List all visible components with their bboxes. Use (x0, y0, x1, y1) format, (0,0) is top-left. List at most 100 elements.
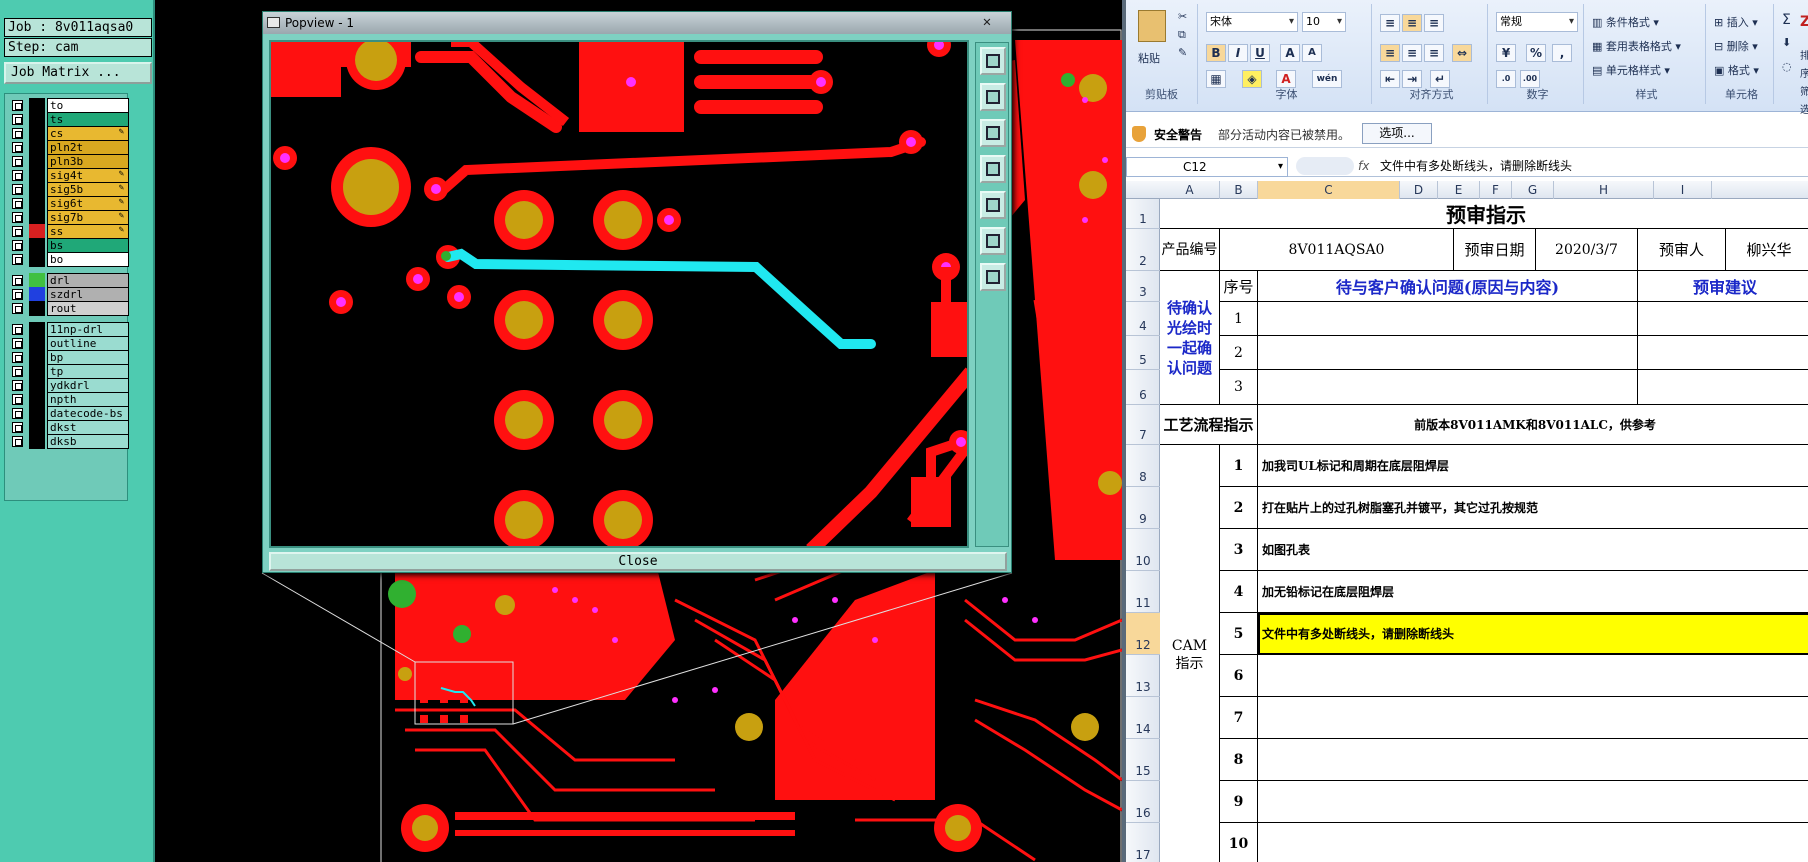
job-matrix-button[interactable]: Job Matrix ... (4, 62, 152, 84)
date-label[interactable]: 预审日期 (1454, 229, 1536, 271)
layer-checkbox[interactable] (12, 275, 23, 286)
layer-checkbox[interactable] (12, 338, 23, 349)
zoom-out-tool-icon[interactable] (980, 263, 1006, 291)
sort-filter-button[interactable]: 排序筛选 (1800, 48, 1808, 120)
layer-checkbox[interactable] (12, 303, 23, 314)
layer-name[interactable]: sig4t (47, 168, 129, 183)
question-cell[interactable] (1258, 370, 1638, 405)
layer-checkbox[interactable] (12, 436, 23, 447)
close-icon[interactable]: ✕ (973, 14, 1001, 31)
format-button[interactable]: ▣ 格式 ▾ (1714, 62, 1759, 78)
popview-titlebar[interactable]: Popview - 1 (263, 12, 1011, 34)
cam-item-text[interactable]: 文件中有多处断线头，请删除断线头 (1258, 613, 1808, 655)
insert-button[interactable]: ⊞ 插入 ▾ (1714, 14, 1758, 30)
question-cell[interactable] (1258, 336, 1638, 370)
cut-icon[interactable]: ✂ (1178, 10, 1187, 23)
delete-button[interactable]: ⊟ 删除 ▾ (1714, 38, 1758, 54)
layer-row[interactable]: 11np-drl (9, 322, 129, 337)
layer-name[interactable]: sig7b (47, 210, 129, 225)
currency-icon[interactable]: ¥ (1496, 44, 1516, 62)
layer-name[interactable]: ts (47, 112, 129, 127)
layer-color-swatch[interactable] (29, 301, 45, 316)
cam-item-number[interactable]: 9 (1220, 781, 1258, 823)
close-button[interactable]: Close (269, 552, 1007, 571)
product-number[interactable]: 8V011AQSA0 (1220, 229, 1454, 271)
layer-color-swatch[interactable] (29, 182, 45, 197)
sort-filter-icon[interactable]: Z (1800, 14, 1808, 30)
layer-name[interactable]: ydkdrl (47, 378, 129, 393)
zoom-fit-tool-icon[interactable] (980, 47, 1006, 75)
layer-name[interactable]: 11np-drl (47, 322, 129, 337)
layer-name[interactable]: pln3b (47, 154, 129, 169)
font-name-combo[interactable]: 宋体 (1206, 12, 1298, 32)
cam-item-number[interactable]: 4 (1220, 571, 1258, 613)
font-grow-icon[interactable]: A (1280, 44, 1300, 62)
suggest-header[interactable]: 预审建议 (1638, 271, 1808, 302)
layer-row[interactable]: sig5b ✎ (9, 182, 129, 197)
zoom-in-tool-icon[interactable] (980, 227, 1006, 255)
layer-color-swatch[interactable] (29, 364, 45, 379)
layer-color-swatch[interactable] (29, 140, 45, 155)
layer-row[interactable]: bo (9, 252, 129, 267)
layer-name[interactable]: bp (47, 350, 129, 365)
layer-color-swatch[interactable] (29, 420, 45, 435)
align-top-icon[interactable]: ≡ (1380, 14, 1400, 32)
layer-name[interactable]: szdrl (47, 287, 129, 302)
layer-checkbox[interactable] (12, 254, 23, 265)
column-header-cell[interactable]: F (1480, 181, 1512, 199)
row-header-cell[interactable]: 11 (1126, 571, 1160, 613)
layer-name[interactable]: to (47, 98, 129, 113)
layer-checkbox[interactable] (12, 394, 23, 405)
layer-color-swatch[interactable] (29, 252, 45, 267)
bold-icon[interactable]: B (1206, 44, 1226, 62)
font-size-combo[interactable]: 10 (1302, 12, 1346, 32)
row-header-cell[interactable]: 4 (1126, 302, 1160, 336)
layer-name[interactable]: dksb (47, 434, 129, 449)
layer-name[interactable]: dkst (47, 420, 129, 435)
process-label[interactable]: 工艺流程指示 (1160, 405, 1258, 445)
layer-color-swatch[interactable] (29, 98, 45, 113)
cam-item-text[interactable]: 加无铅标记在底层阻焊层 (1258, 571, 1808, 613)
layer-color-swatch[interactable] (29, 238, 45, 253)
layer-checkbox[interactable] (12, 352, 23, 363)
layer-row[interactable]: pln2t (9, 140, 129, 155)
paste-icon[interactable] (1138, 10, 1166, 42)
layer-name[interactable]: outline (47, 336, 129, 351)
layer-name[interactable]: npth (47, 392, 129, 407)
layer-color-swatch[interactable] (29, 406, 45, 421)
question-number[interactable]: 2 (1220, 336, 1258, 370)
layer-name[interactable]: pln2t (47, 140, 129, 155)
row-header-cell[interactable]: 16 (1126, 781, 1160, 823)
layer-row[interactable]: ts (9, 112, 129, 127)
cam-item-text[interactable]: 打在贴片上的过孔树脂塞孔并镀平，其它过孔按规范 (1258, 487, 1808, 529)
row-header-cell[interactable]: 13 (1126, 655, 1160, 697)
cam-item-number[interactable]: 5 (1220, 613, 1258, 655)
reviewer-name[interactable]: 柳兴华 (1726, 229, 1808, 271)
pan-left-tool-icon[interactable] (980, 155, 1006, 183)
layer-name[interactable]: sig6t (47, 196, 129, 211)
row-header-cell[interactable]: 2 (1126, 229, 1160, 271)
layer-color-swatch[interactable] (29, 112, 45, 127)
align-right-icon[interactable]: ≡ (1424, 44, 1444, 62)
cam-item-text[interactable] (1258, 697, 1808, 739)
popview-canvas[interactable] (269, 40, 969, 548)
layer-checkbox[interactable] (12, 324, 23, 335)
product-label[interactable]: 产品编号 (1160, 229, 1220, 271)
row-header-cell[interactable]: 8 (1126, 445, 1160, 487)
row-header-cell[interactable]: 12 (1126, 613, 1160, 655)
column-header-cell[interactable]: D (1400, 181, 1438, 199)
percent-icon[interactable]: % (1526, 44, 1546, 62)
suggest-cell[interactable] (1638, 336, 1808, 370)
suggest-cell[interactable] (1638, 370, 1808, 405)
popview-zoom-graphic[interactable] (271, 42, 969, 548)
column-header-cell[interactable]: E (1438, 181, 1480, 199)
layer-checkbox[interactable] (12, 100, 23, 111)
layer-checkbox[interactable] (12, 240, 23, 251)
sheet-grid[interactable]: 预审指示 产品编号 8V011AQSA0 预审日期 2020/3/7 预审人 柳… (1160, 199, 1808, 862)
layer-name[interactable]: bo (47, 252, 129, 267)
merge-center-icon[interactable]: ⇔ (1452, 44, 1472, 62)
align-center-icon[interactable]: ≡ (1402, 44, 1422, 62)
layer-row[interactable]: pln3b (9, 154, 129, 169)
column-header-cell[interactable]: B (1220, 181, 1258, 199)
cam-item-number[interactable]: 3 (1220, 529, 1258, 571)
